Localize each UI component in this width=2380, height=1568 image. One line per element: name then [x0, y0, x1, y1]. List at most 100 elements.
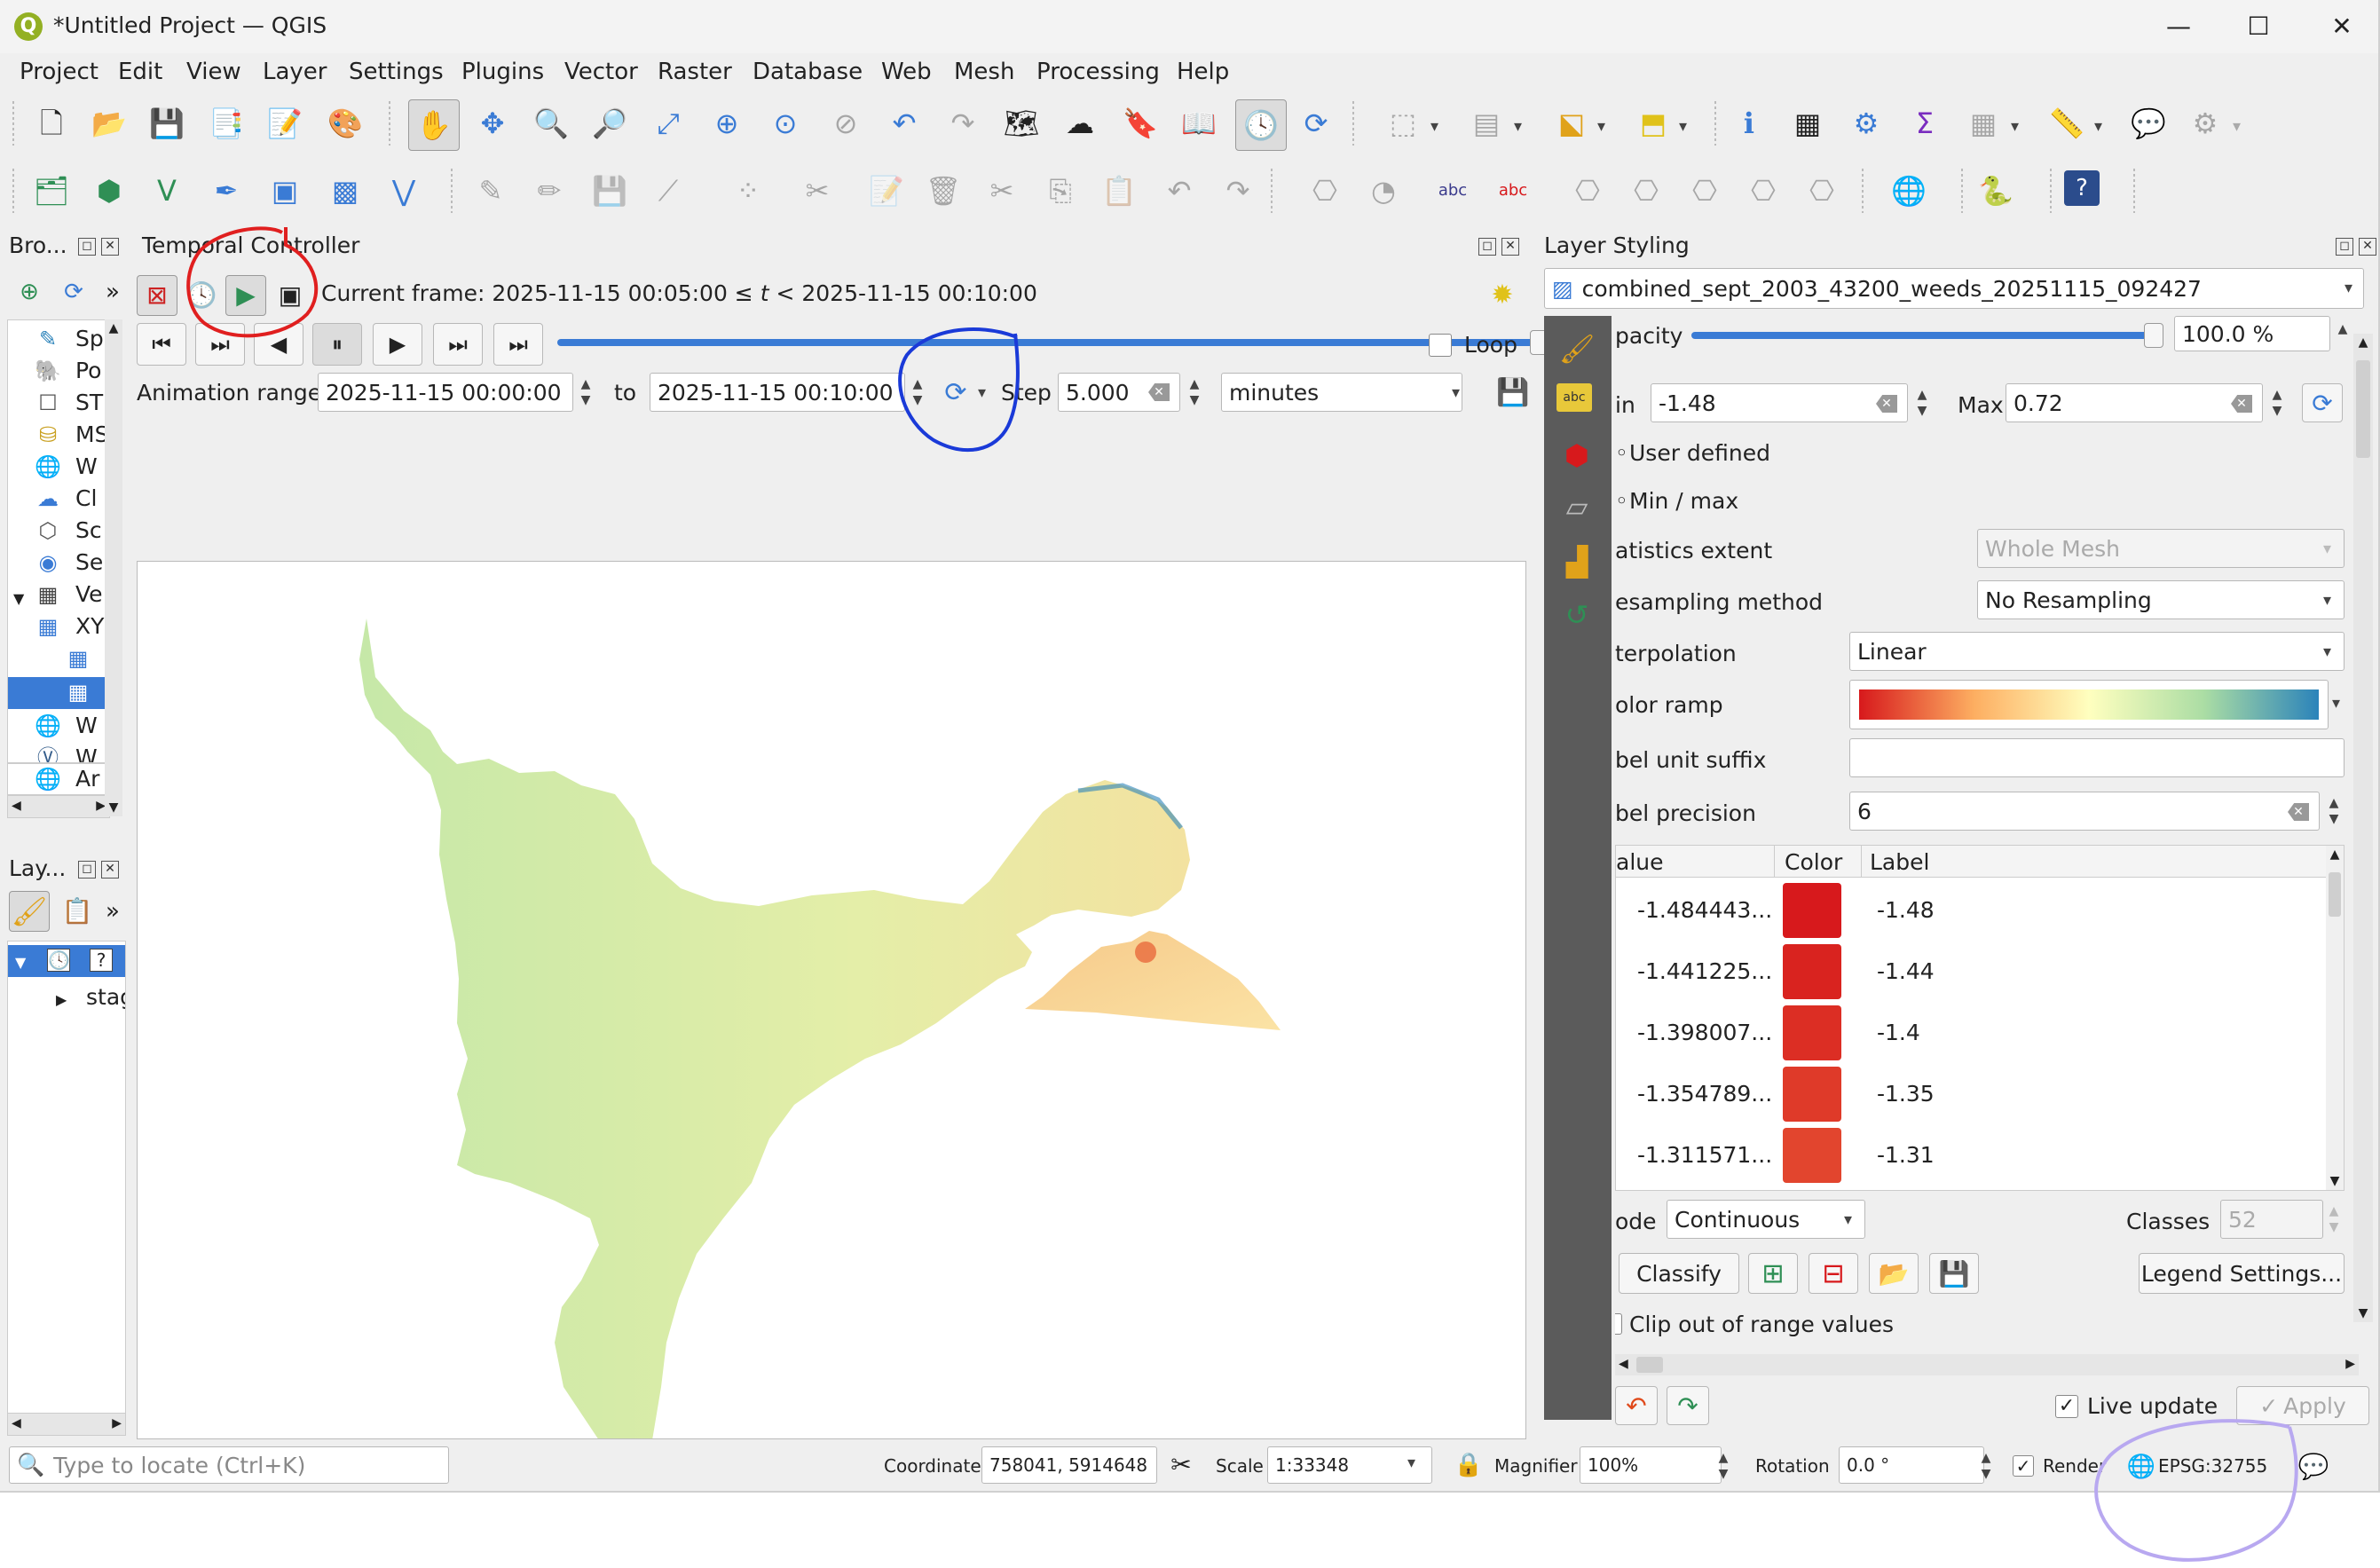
opacity-slider-handle[interactable] [2144, 323, 2163, 348]
menu-plugins[interactable]: Plugins [461, 59, 544, 85]
map-canvas[interactable] [137, 561, 1526, 1439]
menu-layer[interactable]: Layer [263, 59, 327, 85]
add-class-icon[interactable]: ⊞ [1748, 1253, 1798, 1294]
column-color[interactable]: Color [1785, 849, 1842, 875]
min-max-radio[interactable]: ◦ [1615, 488, 1628, 514]
crs-globe-icon[interactable]: 🌐 [2127, 1446, 2155, 1487]
classes-input[interactable]: 52 [2220, 1200, 2323, 1239]
load-classes-icon[interactable]: 📂 [1869, 1253, 1919, 1294]
more-tools-icon[interactable]: » [92, 891, 133, 932]
class-value[interactable]: -1.441225... [1637, 958, 1772, 984]
refresh-icon[interactable]: ⟳ [1296, 103, 1336, 144]
remove-class-icon[interactable]: ⊟ [1809, 1253, 1858, 1294]
history-tab-icon[interactable]: ▟ [1556, 541, 1597, 582]
range-start-input[interactable]: 2025-11-15 00:00:00 [318, 373, 573, 412]
class-color-swatch[interactable] [1783, 1128, 1841, 1183]
max-spinner[interactable]: ▲ ▼ [2266, 387, 2288, 419]
close-panel-icon[interactable]: ✕ [1501, 238, 1519, 256]
add-virtual-layer-icon[interactable]: ⋁ [383, 170, 424, 211]
classes-spinner[interactable]: ▲ ▼ [2323, 1203, 2345, 1235]
menu-settings[interactable]: Settings [349, 59, 444, 85]
coordinate-input[interactable]: 758041, 5914648 [981, 1446, 1157, 1484]
browser-item[interactable]: XY [75, 613, 104, 639]
add-selected-layers-icon[interactable]: ⊕ [9, 272, 50, 312]
modify-attributes-icon[interactable]: ✂ [797, 170, 838, 211]
browser-item[interactable]: Sp [75, 326, 104, 351]
menu-view[interactable]: View [186, 59, 241, 85]
layer-select[interactable]: ▨ combined_sept_2003_43200_weeds_20251115… [1544, 268, 2364, 309]
browser-item[interactable]: W [75, 713, 98, 738]
clip-checkbox[interactable] [1615, 1313, 1622, 1335]
range-end-input[interactable]: 2025-11-15 00:10:00 [650, 373, 905, 412]
play-backwards-button[interactable]: ◀ [254, 323, 303, 366]
copy-features-icon[interactable]: ⎘ [1040, 170, 1081, 211]
unit-suffix-input[interactable] [1849, 738, 2345, 777]
previous-frame-button[interactable]: ⏭ [195, 323, 245, 366]
close-panel-icon[interactable]: ✕ [101, 238, 119, 256]
cut-features-icon[interactable]: ✂ [981, 170, 1022, 211]
table-row[interactable]: -1.441225... -1.44 [1616, 942, 2326, 1001]
delete-selected-icon[interactable]: 🗑 [923, 170, 964, 211]
class-color-swatch[interactable] [1783, 883, 1841, 938]
browser-item[interactable]: Ar [75, 766, 99, 792]
magnifier-input[interactable]: 100% [1580, 1446, 1722, 1484]
animated-navigation-icon[interactable]: ▶ [225, 275, 266, 316]
rotate-label-icon[interactable]: ⎔ [1743, 170, 1784, 211]
more-tools-icon[interactable]: » [92, 272, 133, 312]
zoom-next-icon[interactable]: ↷ [942, 103, 983, 144]
browser-item[interactable]: Sc [75, 517, 102, 543]
table-vscrollbar[interactable]: ▲ ▼ [2326, 846, 2344, 1190]
browser-item[interactable]: W [75, 453, 98, 479]
browser-vscrollbar[interactable]: ▲ ▼ [105, 319, 122, 816]
quickmapservices-icon[interactable]: 🌐 [1888, 170, 1929, 211]
python-console-icon[interactable]: 🐍 [1975, 170, 2016, 211]
layout-manager-icon[interactable]: 📝 [264, 103, 305, 144]
menu-database[interactable]: Database [753, 59, 863, 85]
3d-view-tab-icon[interactable]: ⬢ [1556, 435, 1597, 476]
magnifier-spinner[interactable]: ▲ ▼ [1713, 1450, 1734, 1482]
layer-item-label[interactable]: stag [86, 984, 125, 1010]
layers-hscrollbar[interactable]: ◀ ▶ [7, 1413, 126, 1436]
new-geopackage-icon[interactable]: ⬢ [89, 170, 130, 211]
range-end-spinner[interactable]: ▲ ▼ [907, 376, 928, 408]
pin-labels-icon[interactable]: ⎔ [1567, 170, 1608, 211]
help-icon[interactable]: ? [2064, 170, 2100, 206]
max-input[interactable]: 0.72 [2006, 383, 2263, 422]
styling-vscrollbar[interactable]: ▲ ▼ [2353, 334, 2373, 1322]
field-calculator-icon[interactable]: ▦ [1963, 103, 2004, 144]
zoom-in-icon[interactable]: 🔍 [531, 103, 571, 144]
layer-diagram-icon[interactable]: abc [1493, 170, 1533, 211]
edit-attributes-icon[interactable]: 📝 [866, 170, 907, 211]
zoom-full-icon[interactable]: ⤢ [648, 103, 689, 144]
browser-item[interactable]: W [75, 745, 98, 762]
close-panel-icon[interactable]: ✕ [2359, 238, 2376, 256]
settings-sun-icon[interactable]: ✹ [1482, 275, 1523, 316]
select-features-icon[interactable]: ⬚ [1383, 103, 1423, 144]
layer-labeling-icon[interactable]: abc [1432, 170, 1473, 211]
class-color-swatch[interactable] [1783, 1005, 1841, 1060]
step-spinner[interactable]: ▲ ▼ [1184, 376, 1205, 408]
attribute-table-icon[interactable]: ▦ [1787, 103, 1828, 144]
range-start-spinner[interactable]: ▲ ▼ [575, 376, 596, 408]
statistics-sigma-icon[interactable]: Σ [1904, 103, 1945, 144]
menu-raster[interactable]: Raster [658, 59, 732, 85]
diagram-tool-icon[interactable]: ◔ [1363, 170, 1404, 211]
paste-features-icon[interactable]: 📋 [1099, 170, 1139, 211]
show-hide-labels-icon[interactable]: ⎔ [1626, 170, 1667, 211]
save-edits-icon[interactable]: 💾 [589, 170, 630, 211]
zoom-native-icon[interactable]: ⊘ [825, 103, 866, 144]
menu-help[interactable]: Help [1177, 59, 1229, 85]
loop-checkbox[interactable] [1429, 334, 1452, 357]
set-range-refresh-icon[interactable]: ⟳ [935, 373, 976, 414]
min-spinner[interactable]: ▲ ▼ [1911, 387, 1933, 419]
map-tips-icon[interactable]: 💬 [2128, 103, 2169, 144]
user-defined-radio[interactable]: ◦ [1615, 440, 1628, 466]
new-print-layout-icon[interactable]: 📑 [206, 103, 247, 144]
range-dropdown-icon[interactable]: ▾ [978, 383, 986, 402]
add-line-icon[interactable]: ⟋ [648, 170, 689, 211]
class-label[interactable]: -1.31 [1877, 1142, 1935, 1168]
lock-scale-icon[interactable]: 🔒 [1448, 1445, 1489, 1485]
browser-item[interactable]: MS [75, 422, 108, 447]
interpolation-select[interactable]: Linear [1849, 632, 2345, 671]
symbology-tab-icon[interactable]: 🖌 [1556, 328, 1597, 369]
